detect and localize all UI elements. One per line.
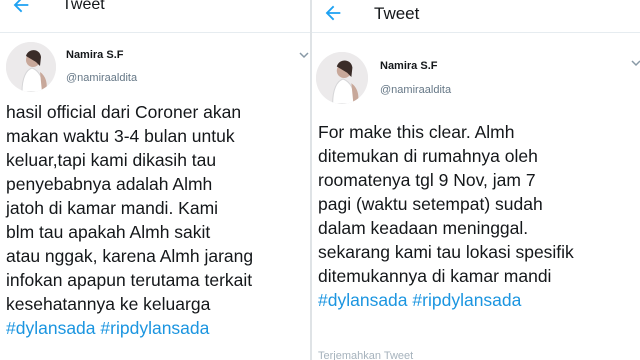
tweet-header: Tweet xyxy=(312,0,640,33)
tweet-text-line: atau nggak, karena Almh jarang xyxy=(6,246,254,266)
author-handle[interactable]: @namiraaldita xyxy=(66,72,137,84)
hashtag-link[interactable]: #dylansada xyxy=(6,318,96,338)
avatar-photo-icon xyxy=(6,42,56,92)
back-arrow-icon[interactable] xyxy=(10,0,32,16)
hashtag-line: #dylansada #ripdylansada xyxy=(318,288,574,312)
header-title: Tweet xyxy=(62,0,105,13)
avatar-photo-icon xyxy=(316,52,368,104)
chevron-down-icon[interactable] xyxy=(630,58,640,68)
tweet-text-line: infokan apapun terutama terkait xyxy=(6,270,253,290)
tweet-text-line: sekarang kami tau lokasi spesifik xyxy=(318,242,574,262)
chevron-down-icon[interactable] xyxy=(298,50,310,60)
tweet-text: For make this clear. Almh ditemukan di r… xyxy=(318,120,574,312)
avatar[interactable] xyxy=(6,42,56,92)
author-handle[interactable]: @namiraaldita xyxy=(380,84,451,96)
tweet-text-line: ditemukannya di kamar mandi xyxy=(318,266,552,286)
translate-tweet-link[interactable]: Terjemahkan Tweet xyxy=(318,350,413,360)
author-name[interactable]: Namira S.F xyxy=(66,49,123,61)
author-name[interactable]: Namira S.F xyxy=(380,60,437,72)
tweet-text: hasil official dari Coroner akan makan w… xyxy=(6,100,253,340)
hashtag-link[interactable]: #ripdylansada xyxy=(100,318,209,338)
tweet-text-line: For make this clear. Almh xyxy=(318,122,515,142)
tweet-text-line: roomatenya tgl 9 Nov, jam 7 xyxy=(318,170,536,190)
hashtag-link[interactable]: #dylansada xyxy=(318,290,408,310)
tweet-text-line: makan waktu 3-4 bulan untuk xyxy=(6,126,235,146)
tweet-text-line: hasil official dari Coroner akan xyxy=(6,102,242,122)
avatar[interactable] xyxy=(316,52,368,104)
tweet-panel-right: Tweet Namira S.F @namiraaldita For make … xyxy=(312,0,640,360)
tweet-text-line: pagi (waktu setempat) sudah xyxy=(318,194,543,214)
hashtag-line: #dylansada #ripdylansada xyxy=(6,316,253,340)
tweet-text-line: dalam keadaan meninggal. xyxy=(318,218,529,238)
tweet-text-line: ditemukan di rumahnya oleh xyxy=(318,146,538,166)
header-title: Tweet xyxy=(374,4,420,23)
tweet-text-line: penyebabnya adalah Almh xyxy=(6,174,213,194)
back-arrow-icon[interactable] xyxy=(322,2,344,24)
tweet-text-line: keluar,tapi kami dikasih tau xyxy=(6,150,217,170)
tweet-panel-left: Tweet Namira S.F @namiraaldita hasil off… xyxy=(0,0,310,360)
tweet-text-line: jatoh di kamar mandi. Kami xyxy=(6,198,219,218)
tweet-text-line: blm tau apakah Almh sakit xyxy=(6,222,211,242)
hashtag-link[interactable]: #ripdylansada xyxy=(412,290,521,310)
tweet-text-line: kesehatannya ke keluarga xyxy=(6,294,211,314)
tweet-header: Tweet xyxy=(0,0,310,33)
